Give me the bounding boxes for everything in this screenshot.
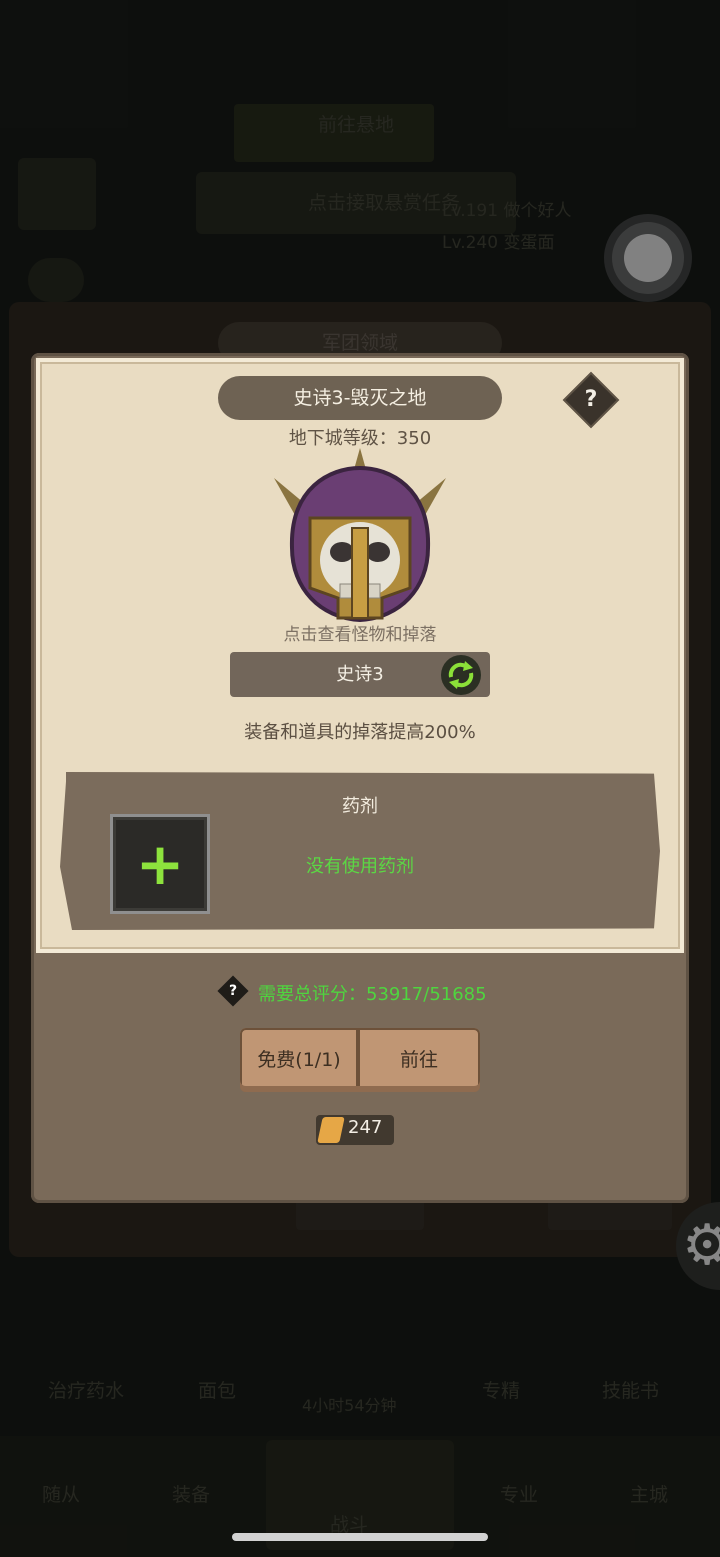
free-entry-button[interactable]: 免费(1/1) bbox=[240, 1028, 358, 1092]
question-icon: ? bbox=[584, 387, 598, 412]
monster-hint[interactable]: 点击查看怪物和掉落 bbox=[240, 620, 480, 645]
go-button[interactable]: 前往 bbox=[358, 1028, 480, 1092]
potion-slot-button[interactable]: + bbox=[110, 814, 210, 914]
swap-arrows-icon bbox=[448, 661, 474, 689]
dungeon-title: 史诗3-毁灭之地 bbox=[218, 376, 502, 420]
plus-icon: + bbox=[135, 830, 185, 898]
requirement-help-button[interactable]: ? bbox=[217, 975, 249, 1007]
required-score: 需要总评分：53917/51685 bbox=[258, 984, 487, 1005]
drop-bonus-text: 装备和道具的掉落提高200% bbox=[244, 722, 476, 743]
potion-title: 药剂 bbox=[342, 796, 378, 817]
potion-status: 没有使用药剂 bbox=[306, 856, 414, 877]
scroll-count: 247 bbox=[348, 1117, 383, 1138]
dungeon-level: 地下城等级：350 bbox=[288, 428, 432, 449]
monster-skull-helmet-icon[interactable] bbox=[270, 448, 450, 628]
swap-difficulty-button[interactable] bbox=[441, 655, 481, 695]
home-indicator[interactable] bbox=[232, 1533, 488, 1541]
question-icon: ? bbox=[228, 983, 238, 999]
